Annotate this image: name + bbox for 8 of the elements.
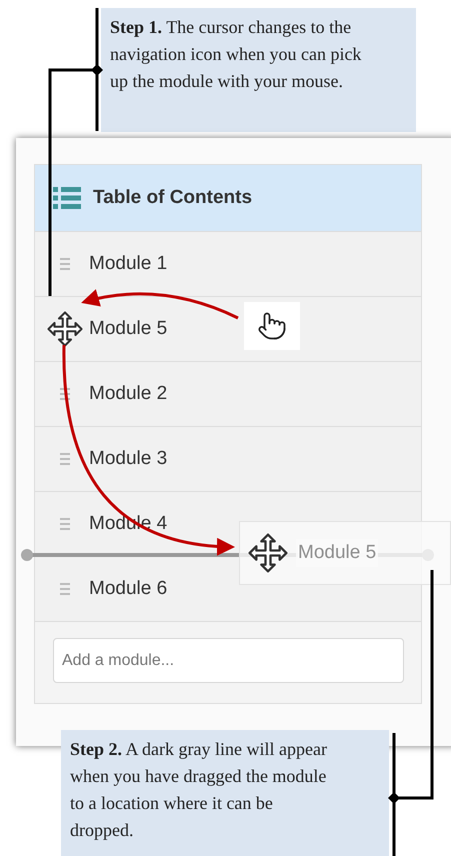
- panel-title: Table of Contents: [93, 186, 252, 210]
- callout-text: Step 1. The cursor changes to the navigation icon when you can pick up the module with your mouse.: [110, 16, 362, 93]
- module-label: Module 2: [89, 382, 168, 406]
- module-label: Module 1: [89, 252, 168, 276]
- module-label: Module 5: [89, 316, 168, 341]
- callout-text: Step 2. A dark gray line will appear when you have dragged the module to a location where it can be dropped.: [70, 738, 328, 842]
- module-label: Module 3: [89, 446, 168, 471]
- module-label: Module 6: [89, 576, 168, 601]
